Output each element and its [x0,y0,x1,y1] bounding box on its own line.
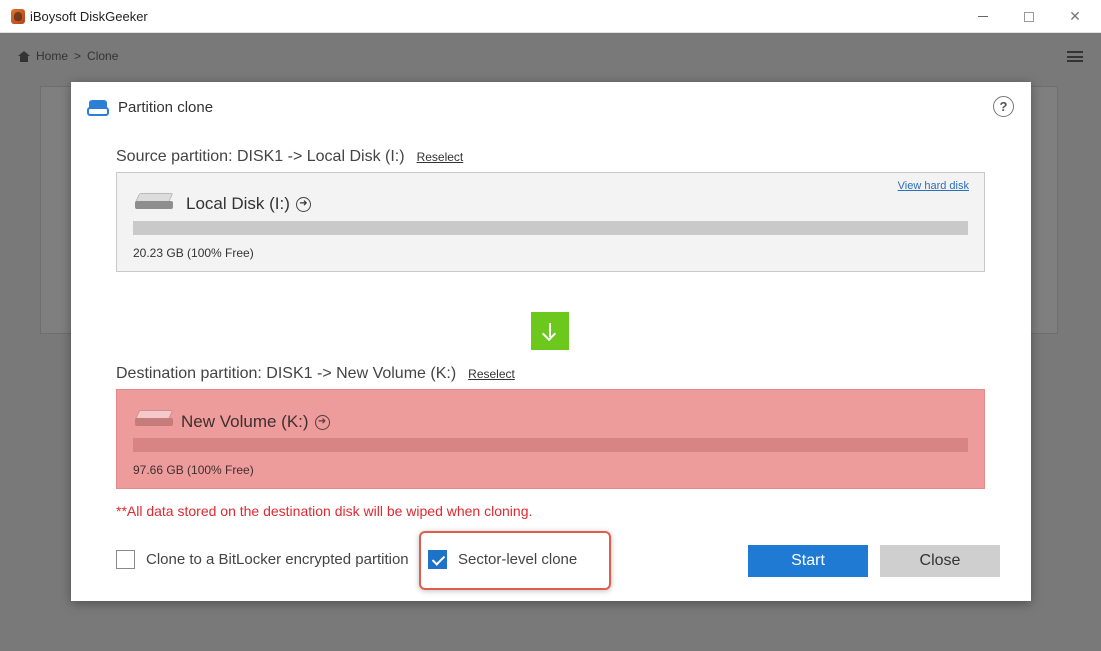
destination-disk-name-text: New Volume (K:) [181,412,309,431]
destination-disk-size: 97.66 GB (100% Free) [133,463,254,477]
close-icon: ✕ [1069,8,1081,24]
destination-disk-card: New Volume (K:) ➜ 97.66 GB (100% Free) [116,389,985,489]
destination-partition-label: Destination partition: DISK1 -> New Volu… [116,365,515,383]
source-disk-card: Local Disk (I:) ➜ View hard disk 20.23 G… [116,172,985,272]
hard-disk-icon [134,410,174,428]
source-disk-size: 20.23 GB (100% Free) [133,246,254,260]
destination-partition-text: Destination partition: DISK1 -> New Volu… [116,365,457,382]
sector-level-option[interactable]: Sector-level clone [428,550,577,569]
arrow-right-circle-icon[interactable]: ➜ [314,414,330,430]
source-partition-text: Source partition: DISK1 -> Local Disk (I… [116,148,405,165]
minimize-button[interactable] [960,0,1006,33]
source-usage-bar [133,221,968,235]
source-partition-label: Source partition: DISK1 -> Local Disk (I… [116,148,463,166]
app-logo-icon [11,9,25,24]
window-close-button[interactable]: ✕ [1052,0,1098,33]
dialog-title: Partition clone [118,99,214,116]
destination-disk-name: New Volume (K:) ➜ [181,412,330,432]
source-reselect-link[interactable]: Reselect [417,150,464,164]
minimize-icon [978,16,988,17]
maximize-icon [1024,11,1034,22]
source-disk-name: Local Disk (I:) ➜ [186,194,311,214]
hard-disk-icon [134,193,174,211]
wipe-warning-text: **All data stored on the destination dis… [116,503,533,519]
arrow-down-icon [531,312,569,350]
window-title: iBoysoft DiskGeeker [30,9,148,24]
window-titlebar: iBoysoft DiskGeeker ✕ [0,0,1101,33]
destination-usage-bar [133,438,968,452]
close-button[interactable]: Close [880,545,1000,577]
view-hard-disk-link[interactable]: View hard disk [898,180,969,192]
drive-icon [87,100,109,116]
help-icon[interactable]: ? [993,96,1014,117]
partition-clone-dialog: Partition clone ? Source partition: DISK… [71,82,1031,601]
start-button[interactable]: Start [748,545,868,577]
bitlocker-label: Clone to a BitLocker encrypted partition [146,551,409,568]
source-disk-name-text: Local Disk (I:) [186,194,290,213]
sector-level-checkbox[interactable] [428,550,447,569]
destination-reselect-link[interactable]: Reselect [468,367,515,381]
bitlocker-option[interactable]: Clone to a BitLocker encrypted partition [116,550,409,569]
arrow-right-circle-icon[interactable]: ➜ [295,196,311,212]
bitlocker-checkbox[interactable] [116,550,135,569]
maximize-button[interactable] [1006,0,1052,33]
sector-level-label: Sector-level clone [458,551,578,568]
